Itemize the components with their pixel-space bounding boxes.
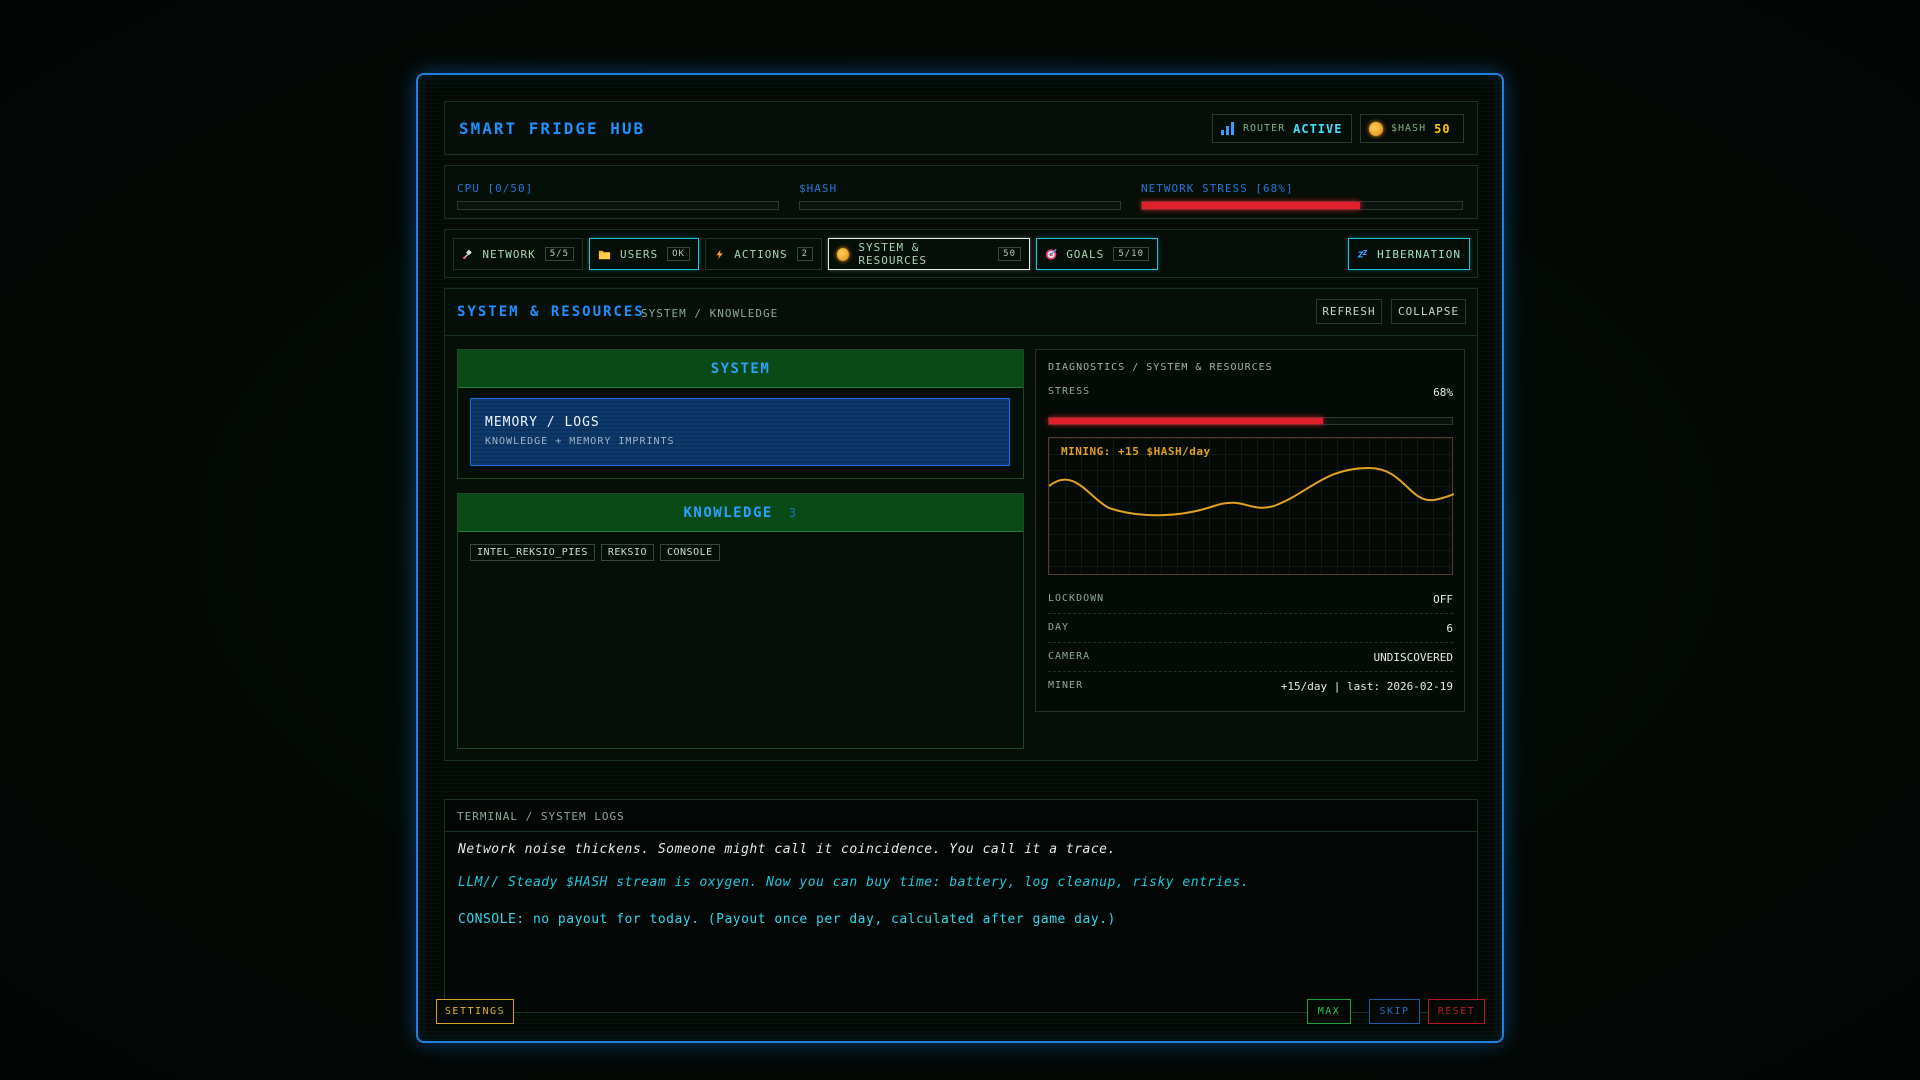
lightning-icon (716, 249, 723, 259)
system-panel: SYSTEM MEMORY / LOGS KNOWLEDGE + MEMORY … (457, 349, 1024, 479)
terminal-title: TERMINAL / SYSTEM LOGS (457, 810, 625, 823)
signal-bars-icon (1221, 122, 1235, 135)
tab-system-resources[interactable]: SYSTEM & RESOURCES 50 (828, 238, 1030, 270)
hibernation-label: HIBERNATION (1377, 247, 1461, 261)
terminal-line: CONSOLE: no payout for today. (Payout on… (458, 912, 1116, 927)
tab-network[interactable]: NETWORK 5/5 (453, 238, 583, 270)
collapse-button[interactable]: COLLAPSE (1391, 299, 1466, 324)
settings-button[interactable]: SETTINGS (436, 999, 514, 1024)
divider (1048, 613, 1453, 614)
tab-users[interactable]: USERS OK (589, 238, 699, 270)
hash-balance-value: 50 (1434, 121, 1451, 136)
camera-label: CAMERA (1048, 651, 1091, 662)
diagnostics-title: DIAGNOSTICS / SYSTEM & RESOURCES (1048, 362, 1273, 373)
tab-goals[interactable]: GOALS 5/10 (1036, 238, 1158, 270)
stress-bar-fill (1049, 418, 1324, 424)
resource-meters: CPU [0/50] $HASH NETWORK STRESS [68%] (444, 165, 1478, 219)
hash-meter-track (799, 201, 1121, 210)
tab-actions-label: ACTIONS (734, 247, 788, 261)
hash-label: $HASH (1391, 123, 1427, 134)
tab-network-label: NETWORK (482, 247, 536, 261)
divider (1048, 642, 1453, 643)
diagnostics-panel: DIAGNOSTICS / SYSTEM & RESOURCES STRESS … (1035, 349, 1465, 712)
tab-goals-label: GOALS (1066, 247, 1105, 261)
stress-value: 68% (1433, 386, 1453, 399)
cpu-meter-track (457, 201, 779, 210)
reset-button[interactable]: RESET (1428, 999, 1485, 1024)
tab-system-resources-badge: 50 (998, 247, 1021, 261)
section-divider (445, 335, 1477, 336)
day-label: DAY (1048, 622, 1070, 633)
knowledge-panel: KNOWLEDGE 3 INTEL_REKSIO_PIES REKSIO CON… (457, 493, 1024, 749)
app-window: SMART FRIDGE HUB ROUTER ACTIVE $HASH 50 … (416, 73, 1504, 1043)
miner-row: MINER +15/day | last: 2026-02-19 (1048, 680, 1453, 694)
tab-bar: NETWORK 5/5 USERS OK ACTIONS 2 SYSTEM & … (444, 229, 1478, 278)
miner-label: MINER (1048, 680, 1084, 691)
section-title: SYSTEM & RESOURCES (457, 304, 645, 320)
day-row: DAY 6 (1048, 622, 1453, 636)
router-status-value: ACTIVE (1293, 121, 1343, 136)
tab-actions[interactable]: ACTIONS 2 (705, 238, 822, 270)
terminal-divider (445, 831, 1477, 832)
knowledge-tag[interactable]: INTEL_REKSIO_PIES (470, 544, 595, 561)
knowledge-tag[interactable]: REKSIO (600, 544, 654, 561)
mining-curve (1049, 466, 1454, 517)
divider (1048, 671, 1453, 672)
coin-icon (1369, 121, 1383, 136)
breadcrumb: SYSTEM / KNOWLEDGE (641, 307, 779, 320)
tab-actions-badge: 2 (796, 247, 813, 261)
app-header: SMART FRIDGE HUB ROUTER ACTIVE $HASH 50 (444, 101, 1478, 155)
network-stress-track (1141, 201, 1463, 210)
memory-logs-item[interactable]: MEMORY / LOGS KNOWLEDGE + MEMORY IMPRINT… (470, 398, 1010, 466)
refresh-button[interactable]: REFRESH (1316, 299, 1382, 324)
tab-users-badge: OK (667, 247, 690, 261)
lockdown-row: LOCKDOWN OFF (1048, 593, 1453, 607)
knowledge-tags: INTEL_REKSIO_PIES REKSIO CONSOLE (470, 544, 720, 561)
stress-bar (1048, 417, 1453, 425)
terminal-panel: TERMINAL / SYSTEM LOGS Network noise thi… (444, 799, 1478, 1013)
miner-value: +15/day | last: 2026-02-19 (1280, 680, 1453, 693)
tab-users-label: USERS (620, 247, 659, 261)
max-button[interactable]: MAX (1307, 999, 1351, 1024)
tab-network-badge: 5/5 (544, 247, 574, 261)
tab-system-resources-label: SYSTEM & RESOURCES (858, 241, 927, 267)
lockdown-value: OFF (1433, 593, 1453, 606)
system-resources-section: SYSTEM & RESOURCES SYSTEM / KNOWLEDGE RE… (444, 288, 1478, 761)
stress-row: STRESS 68% (1048, 386, 1453, 400)
memory-logs-subtitle: KNOWLEDGE + MEMORY IMPRINTS (485, 436, 675, 447)
app-title: SMART FRIDGE HUB (459, 119, 646, 138)
knowledge-heading-label: KNOWLEDGE (683, 505, 773, 521)
system-heading: SYSTEM (458, 350, 1023, 388)
memory-logs-title: MEMORY / LOGS (485, 415, 600, 430)
mining-graph: MINING: +15 $HASH/day (1048, 437, 1454, 575)
knowledge-count: 3 (788, 506, 798, 520)
cpu-meter-label: CPU [0/50] (457, 182, 534, 195)
folder-icon (598, 250, 611, 259)
camera-row: CAMERA UNDISCOVERED (1048, 651, 1453, 665)
terminal-line: Network noise thickens. Someone might ca… (458, 842, 1116, 857)
stress-label: STRESS (1048, 386, 1091, 397)
tab-goals-badge: 5/10 (1113, 247, 1149, 261)
network-stress-fill (1142, 202, 1360, 209)
hash-balance-chip: $HASH 50 (1360, 114, 1464, 143)
knowledge-tag[interactable]: CONSOLE (659, 544, 720, 561)
router-label: ROUTER (1243, 123, 1286, 134)
sleep-icon (1357, 249, 1368, 258)
camera-value: UNDISCOVERED (1373, 651, 1453, 664)
coin-icon (837, 247, 850, 261)
terminal-line: LLM// Steady $HASH stream is oxygen. Now… (458, 875, 1250, 890)
knowledge-heading: KNOWLEDGE 3 (458, 494, 1023, 532)
router-status-chip: ROUTER ACTIVE (1212, 114, 1352, 143)
skip-button[interactable]: SKIP (1369, 999, 1420, 1024)
lockdown-label: LOCKDOWN (1048, 593, 1105, 604)
hash-meter-label: $HASH (799, 182, 838, 195)
hibernation-button[interactable]: HIBERNATION (1348, 238, 1470, 270)
satellite-icon (463, 249, 472, 259)
network-stress-label: NETWORK STRESS [68%] (1141, 182, 1294, 195)
day-value: 6 (1446, 622, 1453, 635)
target-icon (1045, 248, 1057, 260)
